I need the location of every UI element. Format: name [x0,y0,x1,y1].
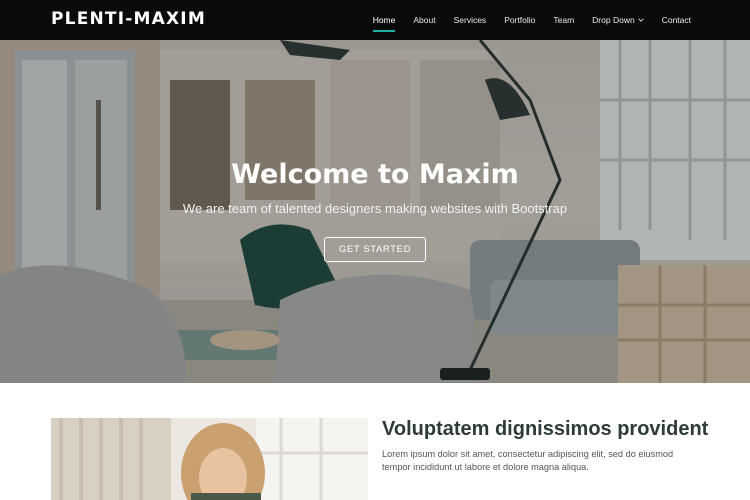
nav-item-portfolio[interactable]: Portfolio [495,0,544,40]
nav-item-about[interactable]: About [404,0,444,40]
about-photo [51,418,368,500]
main-nav: Home About Services Portfolio Team Drop … [364,0,700,40]
nav-item-team[interactable]: Team [544,0,583,40]
site-header: PLENTI-MAXIM Home About Services Portfol… [0,0,750,40]
hero-subtitle: We are team of talented designers making… [182,201,568,216]
hero-section: Welcome to Maxim We are team of talented… [0,40,750,383]
nav-item-dropdown-label: Drop Down [592,15,635,25]
nav-item-contact[interactable]: Contact [653,0,700,40]
get-started-button[interactable]: GET STARTED [324,237,426,262]
nav-item-dropdown[interactable]: Drop Down [583,0,653,40]
about-text: Lorem ipsum dolor sit amet, consectetur … [382,449,674,472]
site-logo[interactable]: PLENTI-MAXIM [51,9,206,29]
hero-title: Welcome to Maxim [231,159,519,190]
about-title: Voluptatem dignissimos provident [382,418,709,440]
nav-item-home[interactable]: Home [364,0,405,40]
chevron-down-icon [638,18,644,22]
about-image [51,418,368,500]
nav-item-services[interactable]: Services [445,0,496,40]
